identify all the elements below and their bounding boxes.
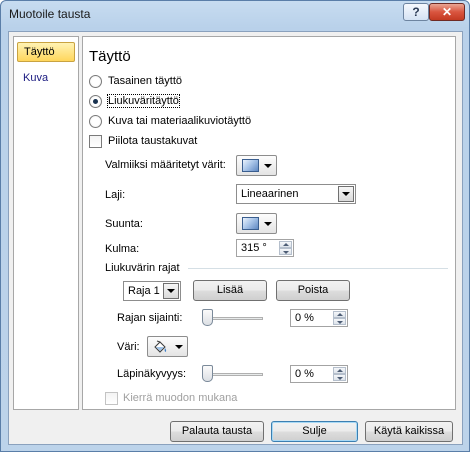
- angle-value: 315 °: [241, 242, 267, 254]
- transparency-label: Läpinäkyvyys:: [117, 368, 187, 380]
- chevron-down-icon: [167, 289, 175, 293]
- rotate-with-shape-label: Kierrä muodon mukana: [123, 392, 238, 404]
- add-stop-button[interactable]: Lisää: [193, 280, 267, 301]
- stop-dropdown-button[interactable]: [163, 283, 179, 299]
- help-icon: ?: [412, 5, 420, 19]
- chevron-down-icon: [264, 222, 272, 226]
- type-select[interactable]: Lineaarinen: [236, 184, 356, 204]
- sidebar-item-picture[interactable]: Kuva: [17, 69, 75, 89]
- type-label: Laji:: [105, 189, 126, 201]
- hide-background-label: Piilota taustakuvat: [108, 135, 198, 147]
- sidebar-item-label: Kuva: [23, 72, 49, 84]
- type-value: Lineaarinen: [241, 188, 299, 200]
- fill-panel: Täyttö Tasainen täyttö Liukuväritäyttö K…: [82, 36, 456, 410]
- help-button[interactable]: ?: [403, 3, 429, 21]
- stop-position-value: 0 %: [295, 312, 314, 324]
- window-title: Muotoile tausta: [9, 7, 91, 21]
- type-dropdown-button[interactable]: [338, 186, 354, 202]
- transparency-value: 0 %: [295, 368, 314, 380]
- color-dropdown[interactable]: [147, 336, 188, 357]
- spin-down-icon[interactable]: [333, 318, 346, 325]
- reset-background-button[interactable]: Palauta tausta: [170, 421, 264, 442]
- chevron-down-icon: [342, 192, 350, 196]
- gradient-fill-label: Liukuväritäyttö: [107, 94, 180, 108]
- panel-heading: Täyttö: [89, 48, 131, 65]
- stop-position-label: Rajan sijainti:: [117, 312, 183, 324]
- hide-background-checkbox[interactable]: [89, 135, 102, 148]
- picture-fill-label: Kuva tai materiaalikuviotäyttö: [108, 115, 252, 127]
- spin-up-icon[interactable]: [279, 241, 292, 248]
- direction-dropdown[interactable]: [236, 213, 277, 234]
- gradient-fill-radio[interactable]: [89, 95, 102, 108]
- apply-to-all-button[interactable]: Käytä kaikissa: [365, 421, 453, 442]
- dialog-body: Täyttö Kuva Täyttö Tasainen täyttö Liuku…: [8, 31, 463, 445]
- remove-stop-button[interactable]: Poista: [276, 280, 350, 301]
- sidebar-item-fill[interactable]: Täyttö: [17, 42, 75, 62]
- sidebar-item-label: Täyttö: [24, 46, 55, 58]
- spin-down-icon[interactable]: [333, 374, 346, 381]
- transparency-spinner[interactable]: 0 %: [290, 365, 348, 383]
- color-label: Väri:: [117, 341, 140, 353]
- gradient-swatch-icon: [242, 159, 259, 172]
- solid-fill-radio[interactable]: [89, 75, 102, 88]
- category-list: Täyttö Kuva: [13, 36, 79, 410]
- preset-colors-label: Valmiiksi määritetyt värit:: [105, 159, 226, 171]
- spin-up-icon[interactable]: [333, 367, 346, 374]
- stop-position-thumb[interactable]: [202, 309, 213, 326]
- gradient-swatch-icon: [242, 217, 259, 230]
- solid-fill-label: Tasainen täyttö: [108, 75, 182, 87]
- format-background-dialog: Muotoile tausta ? ✕ Täyttö Kuva Täyttö T…: [0, 0, 470, 452]
- close-icon: ✕: [441, 5, 453, 19]
- angle-label: Kulma:: [105, 243, 140, 255]
- chevron-down-icon: [175, 345, 183, 349]
- stop-select[interactable]: Raja 1: [123, 281, 181, 301]
- spin-down-icon[interactable]: [279, 248, 292, 255]
- picture-fill-radio[interactable]: [89, 115, 102, 128]
- angle-spinner[interactable]: 315 °: [236, 239, 294, 257]
- stop-position-spinner[interactable]: 0 %: [290, 309, 348, 327]
- stop-select-value: Raja 1: [128, 285, 160, 297]
- paint-bucket-icon: [154, 340, 167, 353]
- close-button[interactable]: Sulje: [271, 421, 358, 442]
- direction-label: Suunta:: [105, 218, 143, 230]
- transparency-thumb[interactable]: [202, 365, 213, 382]
- preset-colors-dropdown[interactable]: [236, 155, 277, 176]
- gradient-stops-label: Liukuvärin rajat: [105, 262, 180, 274]
- close-window-button[interactable]: ✕: [429, 3, 465, 21]
- title-bar: Muotoile tausta ? ✕: [1, 1, 469, 27]
- rotate-with-shape-checkbox[interactable]: [105, 392, 118, 405]
- chevron-down-icon: [264, 164, 272, 168]
- spin-up-icon[interactable]: [333, 311, 346, 318]
- group-divider: [188, 268, 448, 269]
